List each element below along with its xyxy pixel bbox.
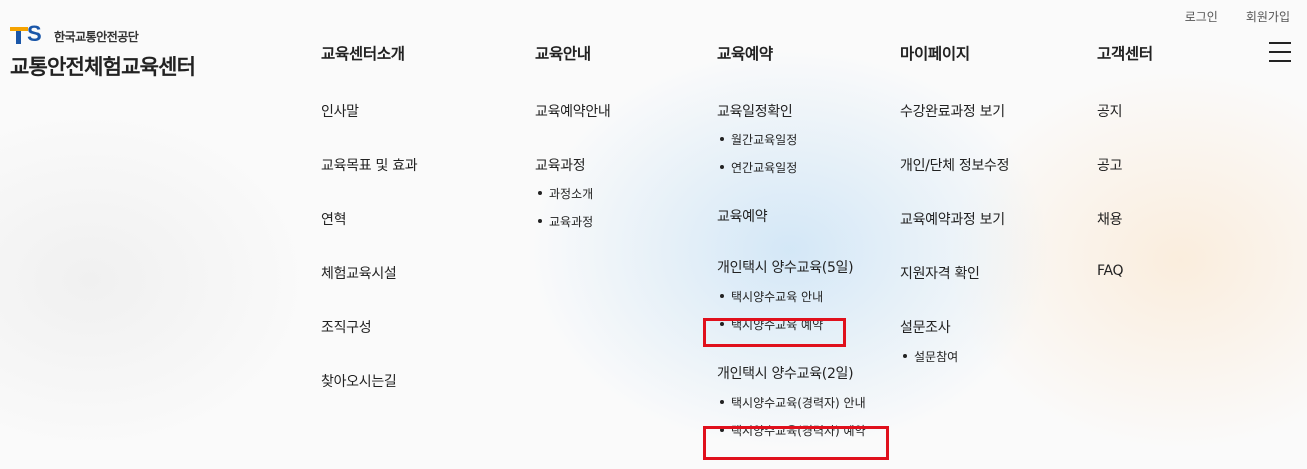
menu-item-taxi-5day[interactable]: 개인택시 양수교육(5일) [717, 257, 866, 277]
menu-item-courses[interactable]: 교육과정 [535, 155, 610, 175]
menu-column-support: 고객센터 공지 공고 채용 FAQ [1097, 42, 1153, 279]
menu-item-faq[interactable]: FAQ [1097, 263, 1153, 279]
logo-header: S 한국교통안전공단 [10, 23, 195, 46]
menu-item-reservation[interactable]: 교육예약 [717, 206, 866, 226]
submenu-item-course-list[interactable]: 교육과정 [535, 213, 610, 230]
menu-item-announcement[interactable]: 공고 [1097, 155, 1153, 175]
submenu-item-monthly-schedule[interactable]: 월간교육일정 [717, 131, 866, 148]
menu-item-goals[interactable]: 교육목표 및 효과 [321, 155, 418, 175]
menu-item-edit-info[interactable]: 개인/단체 정보수정 [900, 155, 1010, 175]
menu-item-directions[interactable]: 찾아오시는길 [321, 371, 417, 391]
login-link[interactable]: 로그인 [1185, 8, 1218, 25]
menu-column-mypage: 마이페이지 수강완료과정 보기 개인/단체 정보수정 교육예약과정 보기 지원자… [900, 42, 1010, 365]
menu-item-notice[interactable]: 공지 [1097, 101, 1153, 121]
organization-name: 한국교통안전공단 [54, 29, 139, 44]
submenu-item-taxi-exp-guide[interactable]: 택시양수교육(경력자) 안내 [717, 394, 866, 411]
menu-item-schedule[interactable]: 교육일정확인 [717, 101, 866, 121]
menu-item-completed-courses[interactable]: 수강완료과정 보기 [900, 101, 1009, 121]
menu-item-taxi-2day[interactable]: 개인택시 양수교육(2일) [717, 363, 866, 383]
menu-column-education-info: 교육안내 교육예약안내 교육과정 과정소개 교육과정 [535, 42, 611, 230]
site-title: 교통안전체험교육센터 [10, 55, 196, 79]
menu-title-support[interactable]: 고객센터 [1097, 42, 1153, 64]
menu-item-greeting[interactable]: 인사말 [321, 101, 417, 121]
ts-logo-icon: S [10, 23, 50, 46]
menu-title-mypage[interactable]: 마이페이지 [900, 42, 1009, 64]
hamburger-menu-icon[interactable] [1269, 42, 1291, 69]
menu-item-recruitment[interactable]: 채용 [1097, 209, 1153, 229]
courses-submenu: 과정소개 교육과정 [535, 185, 610, 230]
menu-column-about: 교육센터소개 인사말 교육목표 및 효과 연혁 체험교육시설 조직구성 찾아오시… [321, 42, 418, 391]
menu-column-reservation: 교육예약 교육일정확인 월간교육일정 연간교육일정 교육예약 개인택시 양수교육… [717, 42, 866, 439]
menu-item-reservation-guide[interactable]: 교육예약안내 [535, 101, 611, 121]
menu-title-education-info[interactable]: 교육안내 [535, 42, 610, 64]
submenu-item-course-intro[interactable]: 과정소개 [535, 185, 610, 202]
submenu-item-taxi-guide[interactable]: 택시양수교육 안내 [717, 288, 866, 305]
schedule-submenu: 월간교육일정 연간교육일정 [717, 131, 866, 176]
menu-item-organization[interactable]: 조직구성 [321, 317, 417, 337]
submenu-item-yearly-schedule[interactable]: 연간교육일정 [717, 159, 866, 176]
signup-link[interactable]: 회원가입 [1246, 8, 1290, 25]
highlight-box-taxi-reserve [703, 318, 846, 347]
menu-title-about[interactable]: 교육센터소개 [321, 42, 417, 64]
menu-item-survey[interactable]: 설문조사 [900, 317, 1009, 337]
submenu-item-survey-join[interactable]: 설문참여 [900, 348, 1009, 365]
menu-item-eligibility[interactable]: 지원자격 확인 [900, 263, 1009, 283]
menu-item-history[interactable]: 연혁 [321, 209, 417, 229]
utility-links: 로그인 회원가입 [1185, 8, 1290, 25]
site-logo[interactable]: S 한국교통안전공단 교통안전체험교육센터 [10, 23, 196, 81]
menu-item-facilities[interactable]: 체험교육시설 [321, 263, 417, 283]
highlight-box-taxi-exp-reserve [703, 426, 889, 460]
menu-title-reservation[interactable]: 교육예약 [717, 42, 866, 64]
menu-item-reserved-courses[interactable]: 교육예약과정 보기 [900, 209, 1009, 229]
survey-submenu: 설문참여 [900, 348, 1009, 365]
